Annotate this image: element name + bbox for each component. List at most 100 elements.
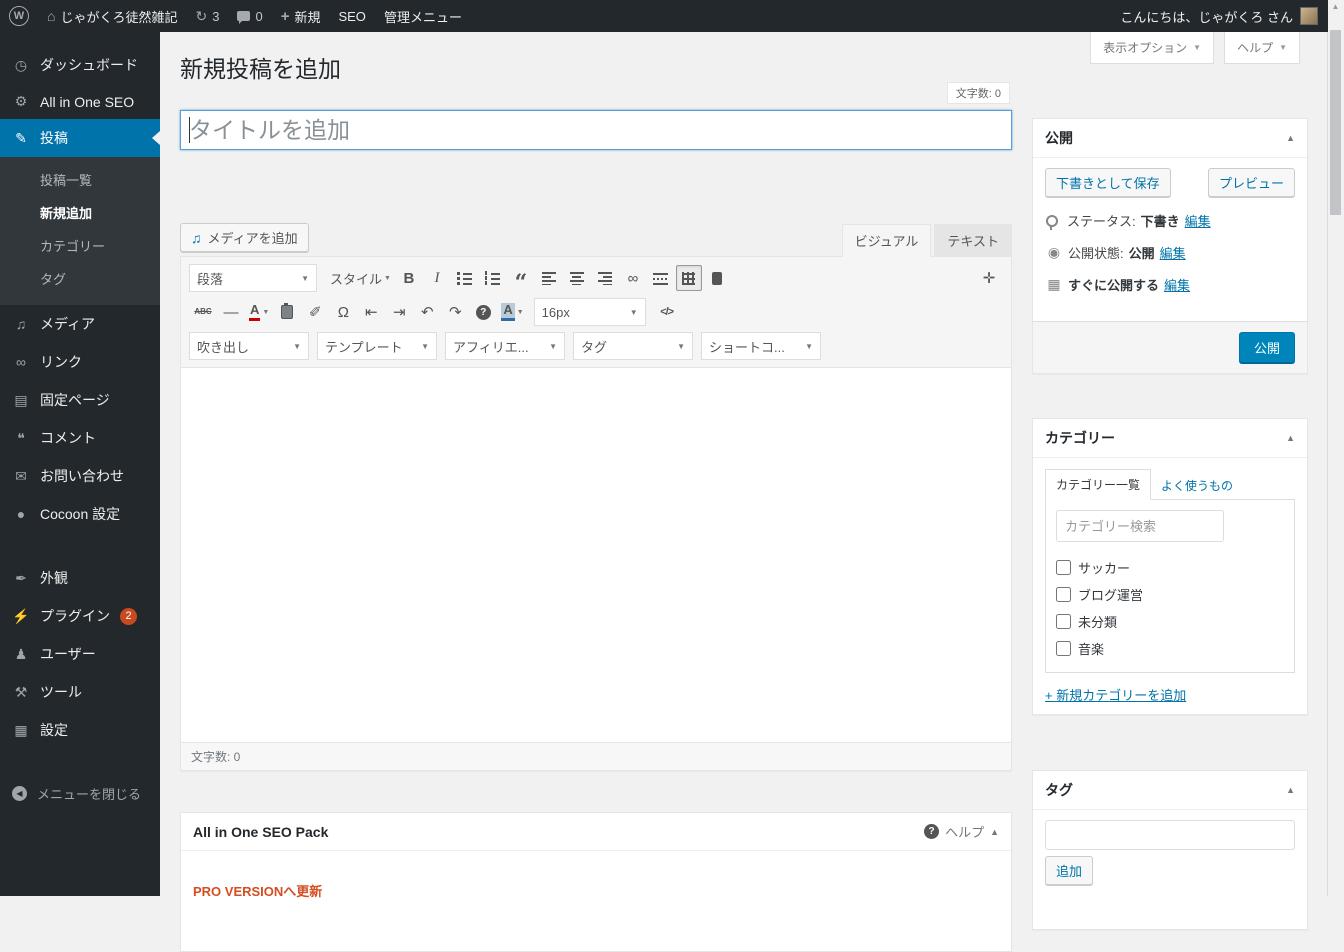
sidebar-item-3[interactable]: ♫ メディア — [0, 305, 160, 343]
sidebar-item-7[interactable]: ✉ お問い合わせ — [0, 457, 160, 495]
admin-menu-link[interactable]: 管理メニュー — [375, 0, 471, 32]
chevron-up-icon[interactable]: ▲ — [1286, 133, 1295, 143]
undo-button[interactable]: ↶ — [414, 299, 440, 325]
submenu-item-2[interactable]: カテゴリー — [0, 229, 160, 262]
redo-button[interactable]: ↷ — [442, 299, 468, 325]
sidebar-item-12[interactable]: ⚒ ツール — [0, 673, 160, 711]
sidebar-item-14[interactable]: ◀ メニューを閉じる — [0, 775, 160, 812]
numbered-list-button[interactable] — [480, 265, 506, 291]
publish-header[interactable]: 公開 ▲ — [1033, 119, 1307, 158]
align-right-button[interactable] — [592, 265, 618, 291]
sidebar-item-13[interactable]: ▦ 設定 — [0, 711, 160, 749]
sidebar-item-11[interactable]: ♟ ユーザー — [0, 635, 160, 673]
shortcode-select-3[interactable]: タグ ▼ — [573, 332, 693, 360]
shortcode-select-1[interactable]: テンプレート ▼ — [317, 332, 437, 360]
sidebar-item-8[interactable]: ● Cocoon 設定 — [0, 495, 160, 533]
submenu-item-0[interactable]: 投稿一覧 — [0, 163, 160, 196]
help-tab[interactable]: ヘルプ ▼ — [1224, 32, 1300, 64]
editor-canvas[interactable] — [181, 368, 1011, 742]
upgrade-pro-link[interactable]: PRO VERSIONへ更新 — [193, 881, 322, 900]
font-size-select[interactable]: 16px ▼ — [533, 298, 646, 326]
tab-all-categories[interactable]: カテゴリー一覧 — [1045, 469, 1152, 500]
paste-as-text-button[interactable] — [274, 299, 300, 325]
new-content-link[interactable]: + 新規 — [272, 0, 330, 32]
category-checkbox[interactable] — [1056, 641, 1071, 656]
paragraph-format-select[interactable]: 段落 ▼ — [189, 264, 317, 292]
category-search-input[interactable] — [1056, 510, 1224, 542]
sidebar-item-1[interactable]: ⚙ All in One SEO — [0, 84, 160, 119]
edit-visibility-link[interactable]: 編集 — [1160, 243, 1186, 262]
edit-schedule-link[interactable]: 編集 — [1164, 275, 1190, 294]
seo-menu-link[interactable]: SEO — [329, 0, 374, 32]
add-new-category-link[interactable]: + 新規カテゴリーを追加 — [1045, 685, 1186, 704]
greeting-account-link[interactable]: こんにちは、じゃがくろ さん — [1120, 7, 1293, 26]
wordpress-logo-button[interactable]: W — [0, 0, 38, 32]
shortcode-select-4[interactable]: ショートコ... ▼ — [701, 332, 821, 360]
strikethrough-button[interactable]: ABC — [190, 299, 216, 325]
fullscreen-button[interactable]: ✛ — [976, 265, 1002, 291]
outdent-button[interactable]: ⇤ — [358, 299, 384, 325]
align-left-button[interactable] — [536, 265, 562, 291]
categories-header[interactable]: カテゴリー ▲ — [1033, 419, 1307, 458]
add-media-button[interactable]: ♫ メディアを追加 — [180, 223, 309, 252]
horizontal-rule-button[interactable]: — — [218, 299, 244, 325]
insert-link-button[interactable]: ∞ — [620, 265, 646, 291]
blockquote-button[interactable]: “ — [508, 265, 534, 294]
code-button[interactable]: </> — [654, 299, 680, 325]
submenu-item-1[interactable]: 新規追加 — [0, 196, 160, 229]
shortcode-select-2[interactable]: アフィリエ... ▼ — [445, 332, 565, 360]
tags-header[interactable]: タグ ▲ — [1033, 771, 1307, 810]
scrollbar-thumb[interactable] — [1330, 30, 1341, 215]
save-draft-button[interactable]: 下書きとして保存 — [1045, 168, 1171, 197]
indent-button[interactable]: ⇥ — [386, 299, 412, 325]
category-checkbox-row[interactable]: ブログ運営 — [1056, 581, 1284, 608]
toolbar-toggle-button[interactable] — [675, 265, 702, 291]
publish-button[interactable]: 公開 — [1238, 332, 1295, 363]
read-more-button[interactable] — [648, 265, 674, 291]
tab-visual[interactable]: ビジュアル — [841, 224, 932, 257]
shortcode-select-0[interactable]: 吹き出し ▼ — [189, 332, 309, 360]
edit-status-link[interactable]: 編集 — [1185, 211, 1211, 230]
sidebar-item-5[interactable]: ▤ 固定ページ — [0, 381, 160, 419]
post-title-input[interactable] — [180, 110, 1012, 150]
sidebar-item-4[interactable]: ∞ リンク — [0, 343, 160, 381]
aioseo-help-link[interactable]: ヘルプ — [945, 822, 984, 841]
highlight-color-button[interactable]: A ▼ — [498, 299, 526, 325]
keyboard-shortcuts-button[interactable]: ? — [470, 299, 496, 325]
category-checkbox[interactable] — [1056, 587, 1071, 602]
sidebar-item-0[interactable]: ◷ ダッシュボード — [0, 46, 160, 84]
updates-link[interactable]: ↻ 3 — [186, 0, 228, 32]
sidebar-item-6[interactable]: ❝ コメント — [0, 419, 160, 457]
preview-button[interactable]: プレビュー — [1207, 168, 1295, 197]
category-checkbox-row[interactable]: 音楽 — [1056, 635, 1284, 662]
bullet-list-button[interactable] — [452, 265, 478, 291]
chevron-up-icon[interactable]: ▲ — [990, 827, 999, 837]
aioseo-header[interactable]: All in One SEO Pack ? ヘルプ ▲ — [181, 813, 1011, 851]
clear-formatting-button[interactable]: ✐ — [302, 299, 328, 325]
site-name-link[interactable]: ⌂ じゃがくろ徒然雑記 — [38, 0, 186, 32]
chevron-up-icon[interactable]: ▲ — [1286, 785, 1295, 795]
distraction-free-button[interactable] — [704, 265, 730, 291]
category-checkbox-row[interactable]: サッカー — [1056, 554, 1284, 581]
category-checkbox[interactable] — [1056, 560, 1071, 575]
styles-select[interactable]: スタイル ▼ — [327, 265, 394, 291]
comments-link[interactable]: 0 — [228, 0, 271, 32]
tag-input[interactable] — [1045, 820, 1295, 850]
tab-text[interactable]: テキスト — [934, 224, 1012, 256]
sidebar-item-2[interactable]: ✎ 投稿 — [0, 119, 160, 157]
italic-button[interactable]: I — [424, 265, 450, 291]
help-circle-icon[interactable]: ? — [924, 824, 940, 839]
category-checkbox[interactable] — [1056, 614, 1071, 629]
sidebar-item-10[interactable]: ⚡ プラグイン 2 — [0, 597, 160, 635]
category-checkbox-row[interactable]: 未分類 — [1056, 608, 1284, 635]
screen-options-tab[interactable]: 表示オプション ▼ — [1090, 32, 1214, 64]
tab-most-used[interactable]: よく使うもの — [1151, 471, 1243, 500]
submenu-item-3[interactable]: タグ — [0, 262, 160, 295]
add-tag-button[interactable]: 追加 — [1045, 856, 1094, 885]
bold-button[interactable]: B — [396, 265, 422, 291]
sidebar-item-9[interactable]: ✒ 外観 — [0, 559, 160, 597]
chevron-up-icon[interactable]: ▲ — [1286, 433, 1295, 443]
scrollbar-up-arrow-icon[interactable]: ▲ — [1328, 2, 1343, 11]
text-color-button[interactable]: A ▼ — [246, 299, 272, 325]
align-center-button[interactable] — [564, 265, 590, 291]
